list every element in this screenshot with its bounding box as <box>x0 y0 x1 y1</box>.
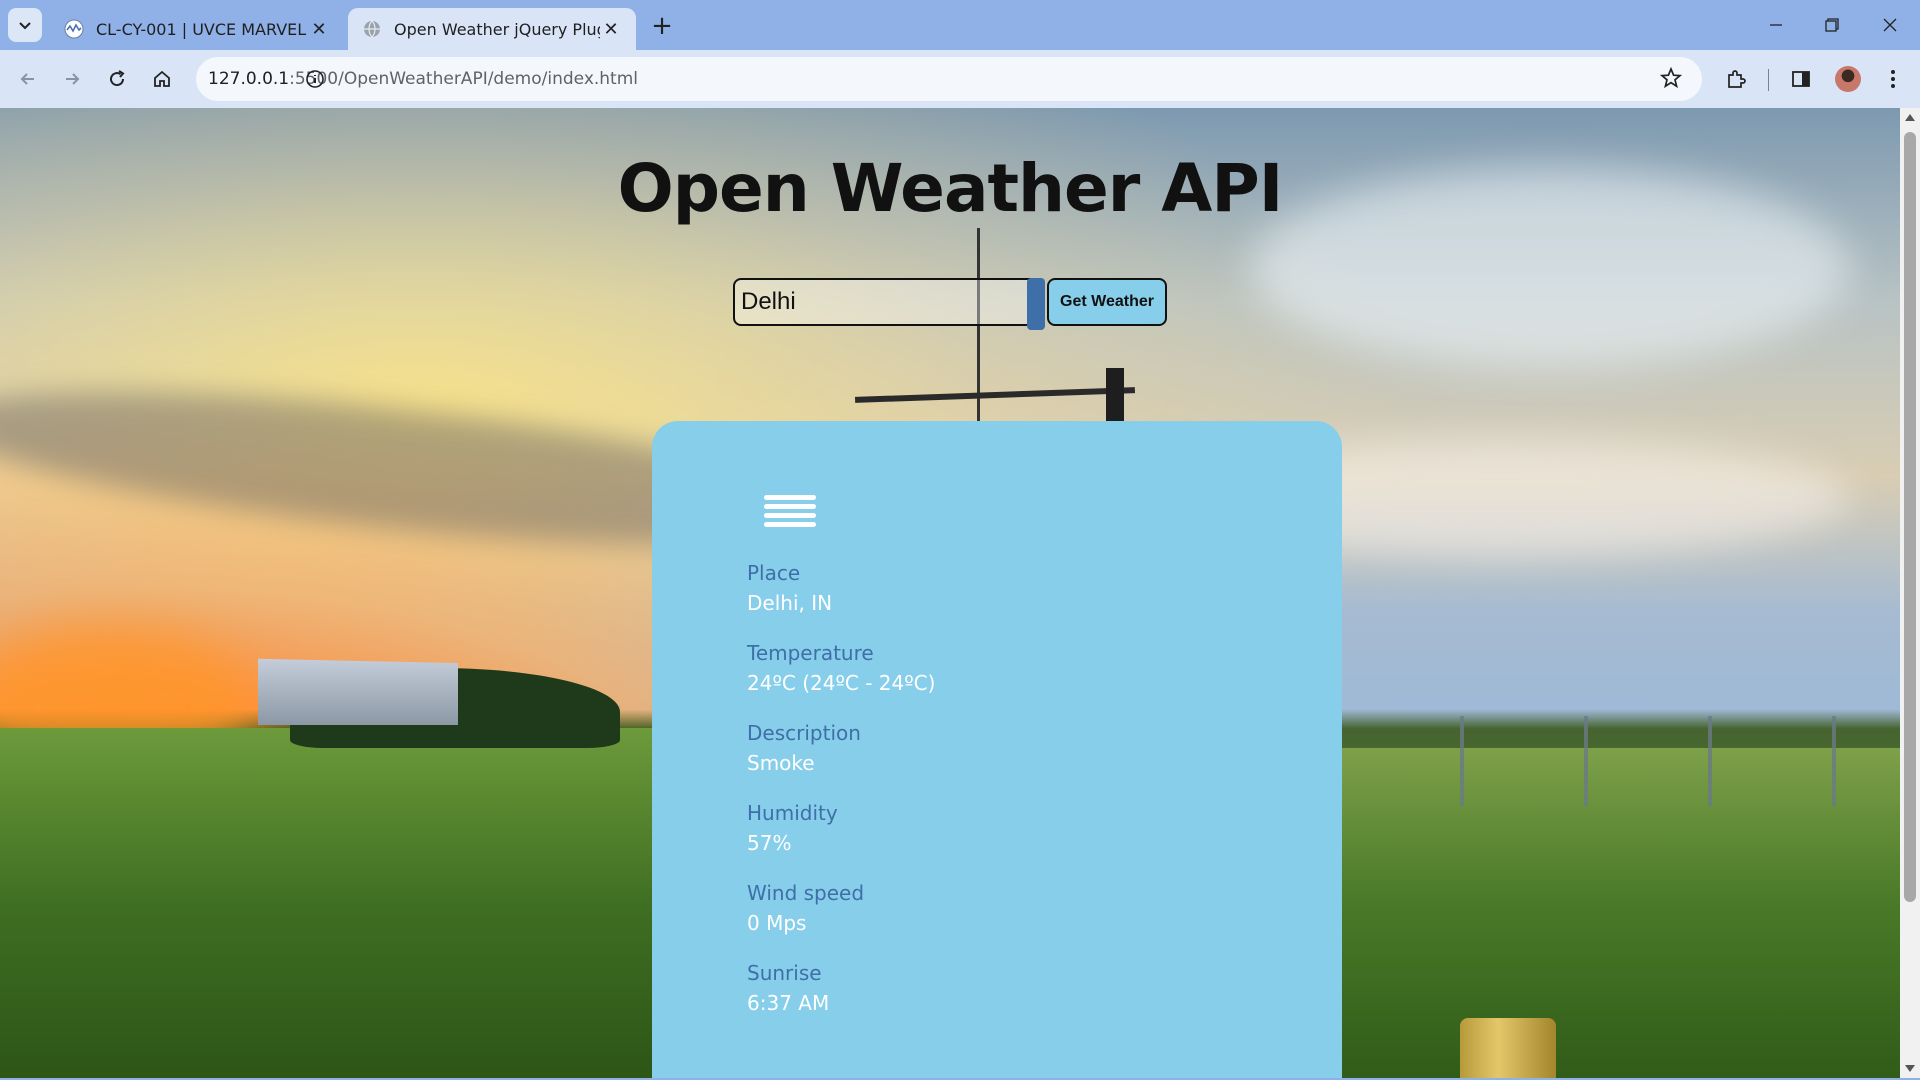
detail-sunrise: Sunrise 6:37 AM <box>747 961 829 1015</box>
scroll-down-arrow-icon[interactable] <box>1905 1065 1915 1072</box>
input-scroll-handle <box>1027 278 1045 330</box>
detail-value: 57% <box>747 831 792 855</box>
detail-place: Place Delhi, IN <box>747 561 832 615</box>
tab-title: CL-CY-001 | UVCE MARVEL <box>96 19 307 39</box>
page-scrollbar[interactable] <box>1900 108 1920 1078</box>
toolbar-divider <box>1768 69 1769 91</box>
page-viewport: Open Weather API Get Weather Place Delhi… <box>0 108 1900 1078</box>
reload-icon <box>110 70 125 87</box>
forward-button[interactable] <box>54 61 90 97</box>
detail-value: Delhi, IN <box>747 591 833 615</box>
browser-toolbar: 127.0.0.1:5500/OpenWeatherAPI/demo/index… <box>0 50 1920 108</box>
city-input[interactable] <box>733 278 1043 326</box>
close-icon[interactable]: ✕ <box>308 18 330 40</box>
side-panel-button[interactable] <box>1783 61 1819 97</box>
side-panel-icon <box>1792 71 1810 87</box>
tab-uvce-marvel[interactable]: CL-CY-001 | UVCE MARVEL ✕ <box>50 8 344 50</box>
detail-label: Sunrise <box>747 961 822 985</box>
puzzle-icon <box>1728 70 1746 88</box>
get-weather-button[interactable]: Get Weather <box>1047 278 1167 326</box>
close-icon[interactable]: ✕ <box>600 18 622 40</box>
menu-button[interactable] <box>1875 61 1911 97</box>
reload-button[interactable] <box>99 61 135 97</box>
globe-icon <box>362 19 382 39</box>
background-grass <box>0 728 660 1078</box>
home-button[interactable] <box>144 61 180 97</box>
tab-search-button[interactable] <box>8 8 42 42</box>
detail-value: 6:37 AM <box>747 991 830 1015</box>
weather-search-form: Get Weather <box>733 278 1167 330</box>
detail-value: 24ºC (24ºC - 24ºC) <box>747 671 936 695</box>
wave-logo-icon <box>64 19 84 39</box>
background-fence <box>1340 716 1900 806</box>
site-info-icon[interactable] <box>301 65 329 93</box>
page-title: Open Weather API <box>617 150 1284 227</box>
url-host: 127.0.0.1 <box>208 69 290 89</box>
url-path: :5500/OpenWeatherAPI/demo/index.html <box>289 69 639 89</box>
bookmark-star-icon[interactable] <box>1659 66 1684 91</box>
close-window-button[interactable] <box>1868 6 1912 44</box>
detail-label: Description <box>747 721 861 745</box>
detail-value: Smoke <box>747 751 815 775</box>
tab-title: Open Weather jQuery Plugin <box>394 19 600 39</box>
detail-humidity: Humidity 57% <box>747 801 838 855</box>
detail-label: Place <box>747 561 801 585</box>
url-text: 127.0.0.1:5500/OpenWeatherAPI/demo/index… <box>208 69 638 89</box>
detail-description: Description Smoke <box>747 721 861 775</box>
chevron-down-icon <box>19 22 31 30</box>
background-barn <box>258 658 458 725</box>
weather-card: Place Delhi, IN Temperature 24ºC (24ºC -… <box>652 421 1342 1078</box>
kebab-menu-icon <box>1891 70 1895 88</box>
profile-avatar[interactable] <box>1835 66 1861 92</box>
extensions-button[interactable] <box>1718 61 1754 97</box>
scroll-up-arrow-icon[interactable] <box>1905 114 1915 121</box>
background-rain-gauge <box>1460 1018 1556 1078</box>
arrow-right-icon <box>66 73 80 85</box>
arrow-left-icon <box>20 73 34 85</box>
back-button[interactable] <box>10 61 46 97</box>
address-bar[interactable]: 127.0.0.1:5500/OpenWeatherAPI/demo/index… <box>196 57 1702 101</box>
new-tab-button[interactable]: + <box>648 11 676 41</box>
home-icon <box>154 70 170 87</box>
detail-label: Humidity <box>747 801 838 825</box>
detail-label: Temperature <box>747 641 874 665</box>
background-weather-station-arm <box>854 387 1136 403</box>
detail-wind-speed: Wind speed 0 Mps <box>747 881 864 935</box>
detail-value: 0 Mps <box>747 911 807 935</box>
restore-button[interactable] <box>1810 6 1854 44</box>
haze-lines-icon <box>764 495 816 535</box>
scrollbar-thumb[interactable] <box>1904 132 1916 902</box>
detail-label: Wind speed <box>747 881 865 905</box>
minimize-button[interactable] <box>1754 6 1798 44</box>
tab-open-weather[interactable]: Open Weather jQuery Plugin ✕ <box>348 8 636 50</box>
tab-strip: CL-CY-001 | UVCE MARVEL ✕ Open Weather j… <box>0 0 1920 50</box>
detail-temperature: Temperature 24ºC (24ºC - 24ºC) <box>747 641 935 695</box>
